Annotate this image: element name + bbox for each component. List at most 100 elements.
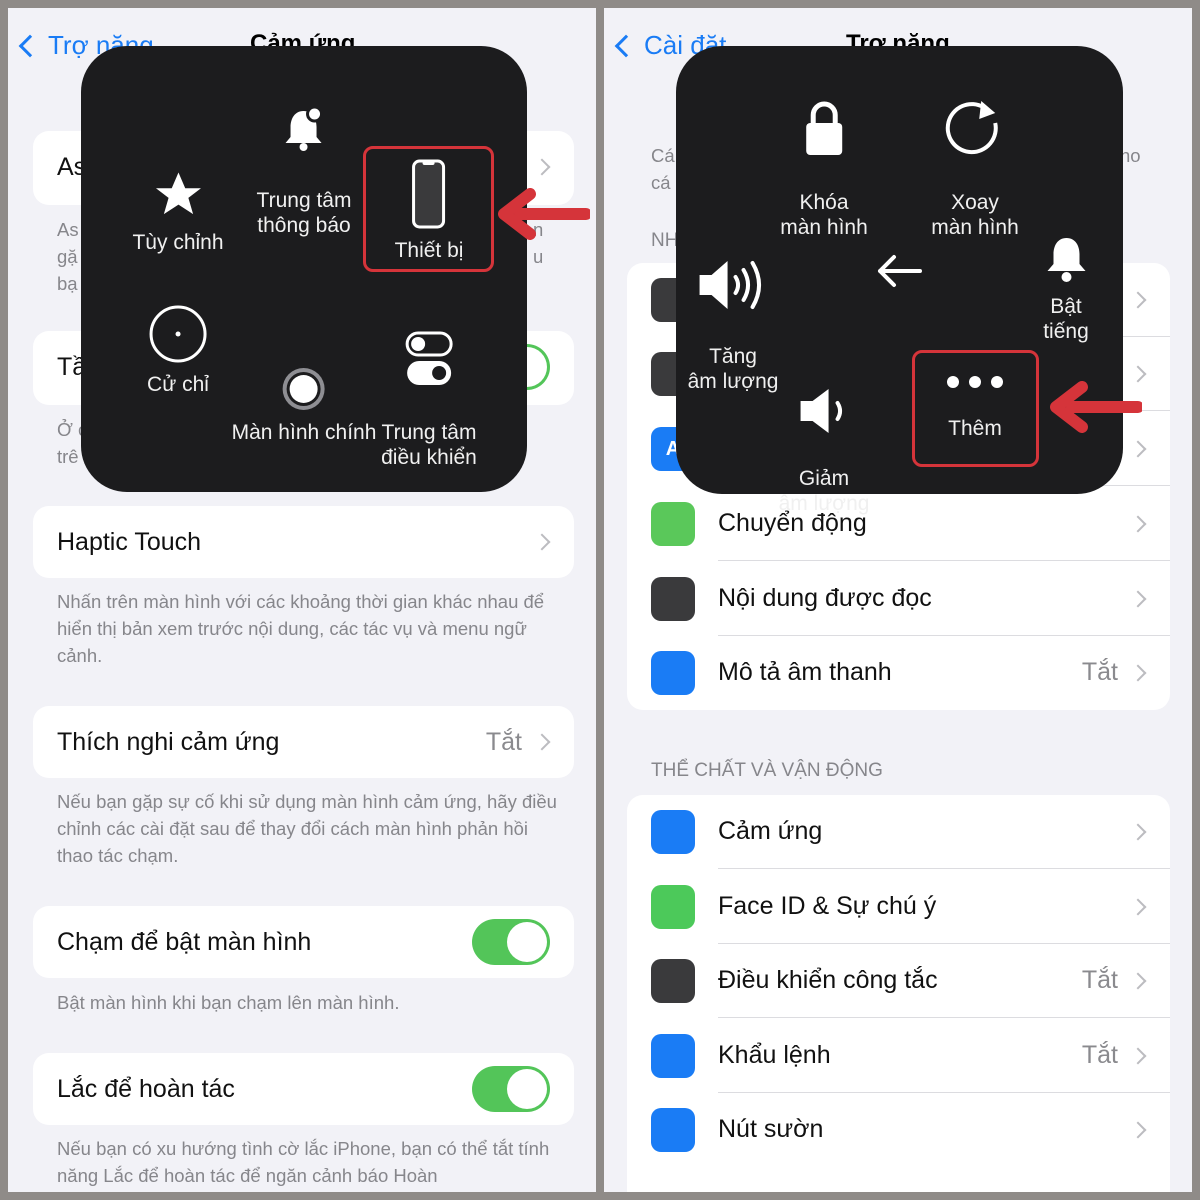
- phone-icon: [412, 159, 446, 229]
- settings-row[interactable]: Nút sườn: [627, 1093, 1170, 1167]
- menu-more[interactable]: Thêm: [943, 372, 1007, 441]
- haptic-desc: Nhấn trên màn hình với các khoảng thời g…: [57, 591, 545, 666]
- menu-label: Cử chỉ: [147, 373, 209, 396]
- volume-down-icon: [801, 389, 843, 433]
- shake-desc: Nếu bạn có xu hướng tình cờ lắc iPhone, …: [57, 1138, 550, 1186]
- row-label: Chạm để bật màn hình: [57, 927, 312, 956]
- menu-gestures[interactable]: Cử chỉ: [147, 304, 209, 397]
- tap-to-wake-toggle[interactable]: [472, 919, 550, 965]
- audio-description-icon: [651, 651, 695, 695]
- chevron-right-icon: [1129, 664, 1147, 682]
- chevron-left-icon: [18, 34, 42, 57]
- row-label: Khẩu lệnh: [718, 1040, 831, 1069]
- menu-volume-up[interactable]: Tăng âm lượng: [687, 234, 779, 394]
- lock-icon: [806, 101, 842, 155]
- chevron-right-icon: [1129, 1047, 1147, 1064]
- row-label: Cảm ứng: [718, 817, 823, 845]
- touch-icon: [651, 810, 695, 854]
- settings-row[interactable]: Mô tả âm thanh Tắt: [627, 636, 1170, 710]
- row-value: Tắt: [1081, 966, 1118, 994]
- menu-rotate-screen[interactable]: Xoay màn hình: [931, 74, 1019, 240]
- face-id-icon: [651, 884, 695, 929]
- menu-lock-screen[interactable]: Khóa màn hình: [780, 74, 868, 240]
- volume-up-icon: [700, 261, 762, 309]
- settings-row[interactable]: Chuyển động: [627, 487, 1170, 561]
- settings-row[interactable]: Khẩu lệnh Tắt: [627, 1019, 1170, 1093]
- chevron-right-icon: [1129, 590, 1147, 607]
- tap-to-wake-row: Chạm để bật màn hình: [33, 906, 574, 978]
- row-label: Thích nghi cảm ứng: [57, 727, 280, 756]
- chevron-right-icon: [1129, 823, 1147, 841]
- touch-accommodations-row[interactable]: Thích nghi cảm ứng Tắt: [33, 706, 574, 778]
- row-value: Tắt: [485, 727, 522, 756]
- row-label: Face ID & Sự chú ý: [718, 891, 937, 920]
- row-value: Tắt: [1081, 1040, 1118, 1069]
- bell-badge-icon: [285, 105, 324, 151]
- gesture-circle-icon: [149, 305, 207, 363]
- menu-home[interactable]: Màn hình chính: [231, 366, 377, 445]
- assistivetouch-menu: Trung tâm thông báo Tùy chỉnh Thiết bị C…: [81, 46, 527, 492]
- menu-label: Trung tâm điều khiển: [381, 421, 477, 469]
- menu-label: Bật tiếng: [1043, 295, 1089, 343]
- settings-row[interactable]: Cảm ứng: [627, 795, 1170, 869]
- chevron-right-icon: [1129, 440, 1147, 458]
- chevron-right-icon: [1129, 1121, 1147, 1139]
- star-icon: [155, 172, 201, 215]
- settings-row[interactable]: Face ID & Sự chú ý: [627, 870, 1170, 944]
- row-label: Lắc để hoàn tác: [57, 1074, 235, 1103]
- red-arrow-icon: [1050, 381, 1142, 433]
- menu-label: Thiết bị: [394, 239, 464, 262]
- chevron-right-icon: [1129, 515, 1147, 533]
- row-label: Nội dung được đọc: [718, 583, 932, 612]
- toggles-icon: [405, 331, 453, 385]
- menu-label: Thêm: [948, 417, 1002, 440]
- desc-fragment-right: ho: [1120, 145, 1141, 166]
- row-label: Điều khiển công tắc: [718, 966, 938, 994]
- adapt-desc: Nếu bạn gặp sự cố khi sử dụng màn hình c…: [57, 791, 557, 866]
- settings-row[interactable]: Điều khiển công tắc Tắt: [627, 944, 1170, 1018]
- settings-row[interactable]: Nội dung được đọc: [627, 562, 1170, 636]
- rotate-icon: [945, 101, 998, 155]
- shake-to-undo-toggle[interactable]: [472, 1066, 550, 1112]
- menu-label: Tùy chỉnh: [132, 231, 224, 254]
- menu-device[interactable]: Thiết bị: [394, 158, 464, 263]
- chevron-right-icon: [533, 533, 551, 551]
- chevron-right-icon: [1129, 365, 1147, 383]
- physical-group: Cảm ứng Face ID & Sự chú ý Điều khiển cô…: [627, 795, 1170, 1192]
- chevron-left-icon: [614, 34, 638, 57]
- switch-control-icon: [651, 959, 695, 1003]
- chevron-right-icon: [1129, 898, 1147, 915]
- tap-wake-desc: Bật màn hình khi bạn chạm lên màn hình.: [57, 992, 400, 1013]
- more-dots-icon: [947, 376, 1003, 388]
- red-arrow-icon: [498, 188, 590, 240]
- speech-icon: [651, 576, 695, 621]
- menu-control-center[interactable]: Trung tâm điều khiển: [381, 306, 477, 470]
- menu-volume-down[interactable]: Giảm âm lượng: [778, 364, 870, 516]
- menu-label: Xoay màn hình: [931, 191, 1019, 239]
- menu-custom[interactable]: Tùy chỉnh: [132, 168, 224, 255]
- menu-unmute[interactable]: Bật tiếng: [1038, 234, 1095, 344]
- row-value: Tắt: [1081, 658, 1118, 686]
- chevron-right-icon: [1129, 972, 1147, 990]
- row-label: Haptic Touch: [57, 527, 202, 556]
- menu-label: Tăng âm lượng: [687, 345, 779, 393]
- voice-control-icon: [651, 1033, 695, 1078]
- section-header-vision: NH: [651, 230, 679, 251]
- shake-to-undo-row: Lắc để hoàn tác: [33, 1053, 574, 1125]
- chevron-right-icon: [1129, 291, 1147, 309]
- home-button-icon: [282, 368, 325, 410]
- chevron-right-icon: [533, 733, 551, 751]
- menu-notification-center[interactable]: Trung tâm thông báo: [257, 80, 351, 238]
- haptic-touch-row[interactable]: Haptic Touch: [33, 506, 574, 578]
- motion-icon: [651, 502, 695, 546]
- back-arrow-icon[interactable]: [876, 254, 922, 288]
- row-label: Mô tả âm thanh: [718, 658, 892, 686]
- side-button-icon: [651, 1108, 695, 1152]
- menu-label: Màn hình chính: [231, 421, 377, 444]
- section-header-physical: THỂ CHẤT VÀ VẬN ĐỘNG: [651, 760, 883, 781]
- bell-icon: [1047, 238, 1085, 282]
- menu-label: Giảm âm lượng: [778, 467, 870, 515]
- chevron-right-icon: [533, 158, 551, 176]
- menu-label: Khóa màn hình: [780, 191, 868, 239]
- row-label: Nút sườn: [718, 1115, 824, 1143]
